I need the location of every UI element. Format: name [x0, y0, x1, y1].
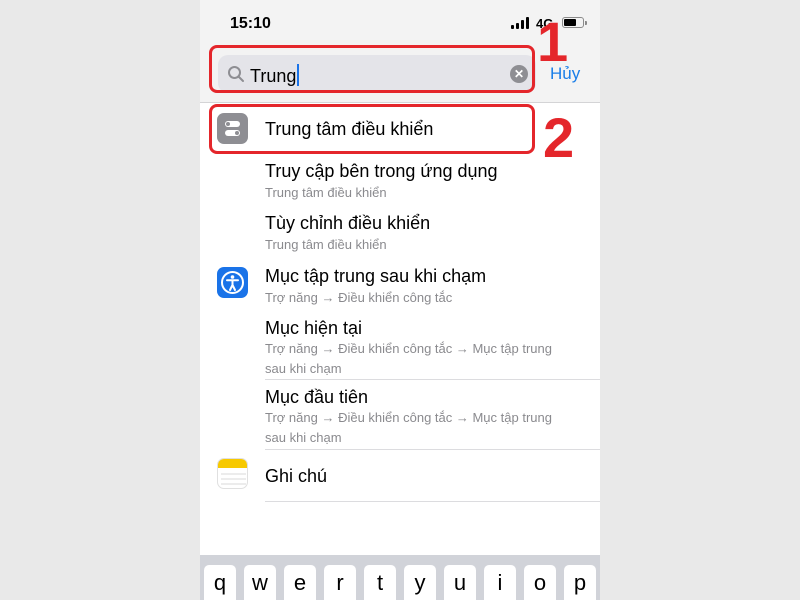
result-title: Truy cập bên trong ứng dụng [265, 161, 498, 181]
result-title: Mục đầu tiên [265, 387, 369, 407]
result-subtitle: Trung tâm điều khiển [265, 185, 387, 200]
annotation-box-search [209, 45, 535, 93]
key-y[interactable]: y [404, 565, 436, 600]
keyboard: q w e r t y u i o p [200, 555, 600, 600]
result-subtitle: Trợ năng → Điều khiển công tắc → Mục tập… [265, 341, 552, 376]
result-title: Mục tập trung sau khi chạm [265, 266, 487, 286]
annotation-number-1: 1 [537, 10, 569, 73]
notes-icon [217, 458, 248, 489]
result-subtitle: Trợ năng → Điều khiển công tắc [265, 290, 453, 305]
accessibility-icon [217, 267, 248, 298]
result-focus-after-tap[interactable]: Mục tập trung sau khi chạm Trợ năng → Đi… [200, 258, 600, 309]
key-o[interactable]: o [524, 565, 556, 600]
key-i[interactable]: i [484, 565, 516, 600]
result-in-app-access[interactable]: Truy cập bên trong ứng dụng Trung tâm đi… [200, 154, 600, 206]
key-q[interactable]: q [204, 565, 236, 600]
result-notes[interactable]: Ghi chú [200, 450, 600, 502]
result-customize-controls[interactable]: Tùy chỉnh điều khiển Trung tâm điều khiể… [200, 206, 600, 258]
result-first-item[interactable]: Mục đầu tiên Trợ năng → Điều khiển công … [200, 380, 600, 450]
result-title: Mục hiện tại [265, 318, 363, 338]
result-title: Ghi chú [265, 466, 328, 486]
key-w[interactable]: w [244, 565, 276, 600]
key-t[interactable]: t [364, 565, 396, 600]
status-time: 15:10 [230, 15, 271, 32]
result-title: Tùy chỉnh điều khiển [265, 213, 431, 233]
key-u[interactable]: u [444, 565, 476, 600]
phone-screen: 15:10 4G Trung ✕ Hủy Trung tâm điều khiể… [200, 0, 600, 600]
result-subtitle: Trung tâm điều khiển [265, 237, 387, 252]
annotation-number-2: 2 [543, 106, 575, 169]
key-e[interactable]: e [284, 565, 316, 600]
key-r[interactable]: r [324, 565, 356, 600]
annotation-box-result [209, 104, 535, 154]
signal-icon [511, 17, 531, 29]
result-current-item[interactable]: Mục hiện tại Trợ năng → Điều khiển công … [200, 309, 600, 380]
key-p[interactable]: p [564, 565, 596, 600]
result-subtitle: Trợ năng → Điều khiển công tắc → Mục tập… [265, 410, 552, 445]
row-separator [265, 501, 600, 502]
